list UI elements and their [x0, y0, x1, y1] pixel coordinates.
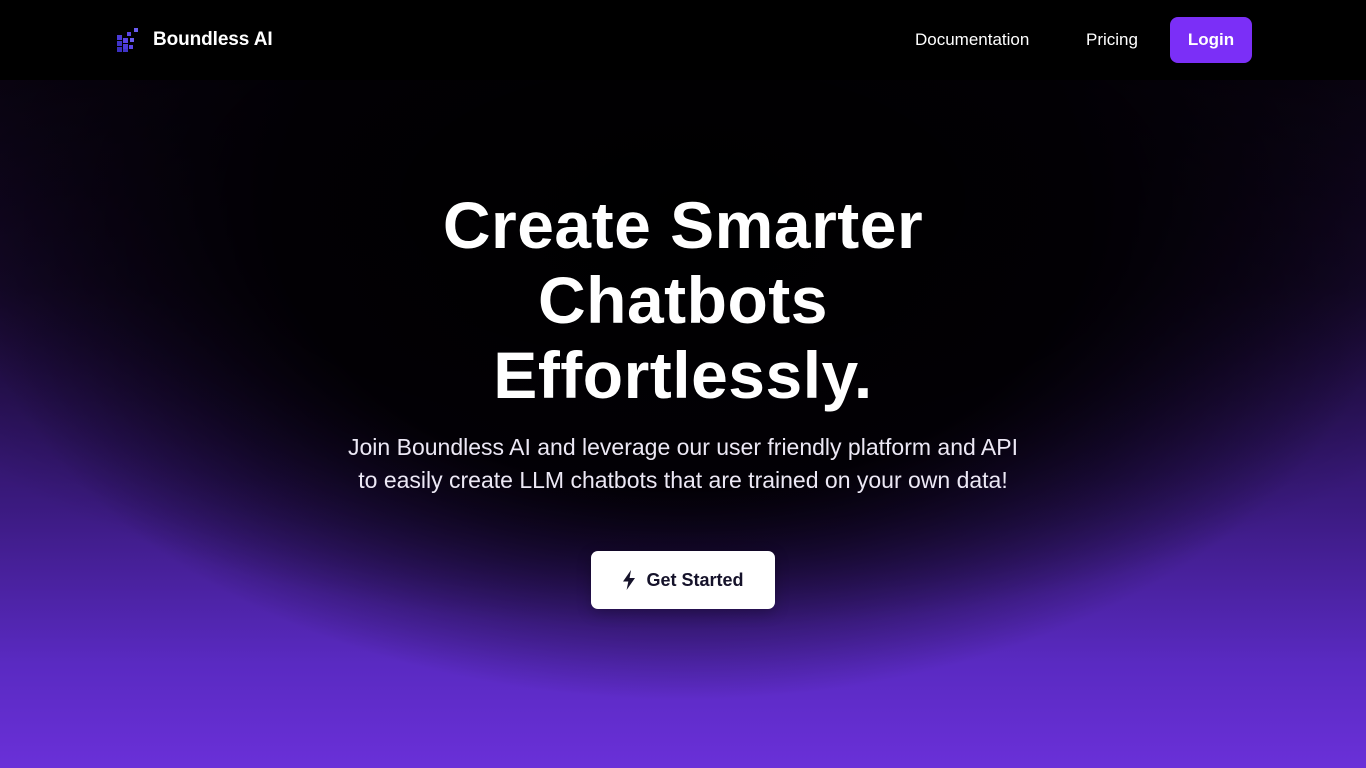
hero-title-line: Create Smarter [442, 188, 924, 262]
hero-title-line: Effortlessly. [493, 338, 873, 412]
logo-icon [117, 28, 138, 52]
login-button[interactable]: Login [1170, 17, 1252, 63]
page: Boundless AI Documentation Pricing Login… [0, 0, 1366, 768]
nav-link-pricing[interactable]: Pricing [1086, 30, 1138, 50]
hero-subtitle: Join Boundless AI and leverage our user … [348, 434, 1018, 493]
nav-link-documentation[interactable]: Documentation [915, 30, 1029, 50]
lightning-bolt-icon [623, 570, 636, 590]
get-started-button[interactable]: Get Started [591, 551, 775, 609]
navbar: Boundless AI Documentation Pricing Login [0, 0, 1366, 80]
brand-name: Boundless AI [153, 29, 273, 50]
hero-title: Create Smarter Chatbots Effortlessly. [333, 188, 1033, 413]
get-started-label: Get Started [646, 569, 744, 590]
hero-section: Create Smarter Chatbots Effortlessly. Jo… [0, 80, 1366, 768]
brand-home-link[interactable]: Boundless AI [116, 27, 273, 53]
hero-title-line: Chatbots [538, 263, 828, 337]
